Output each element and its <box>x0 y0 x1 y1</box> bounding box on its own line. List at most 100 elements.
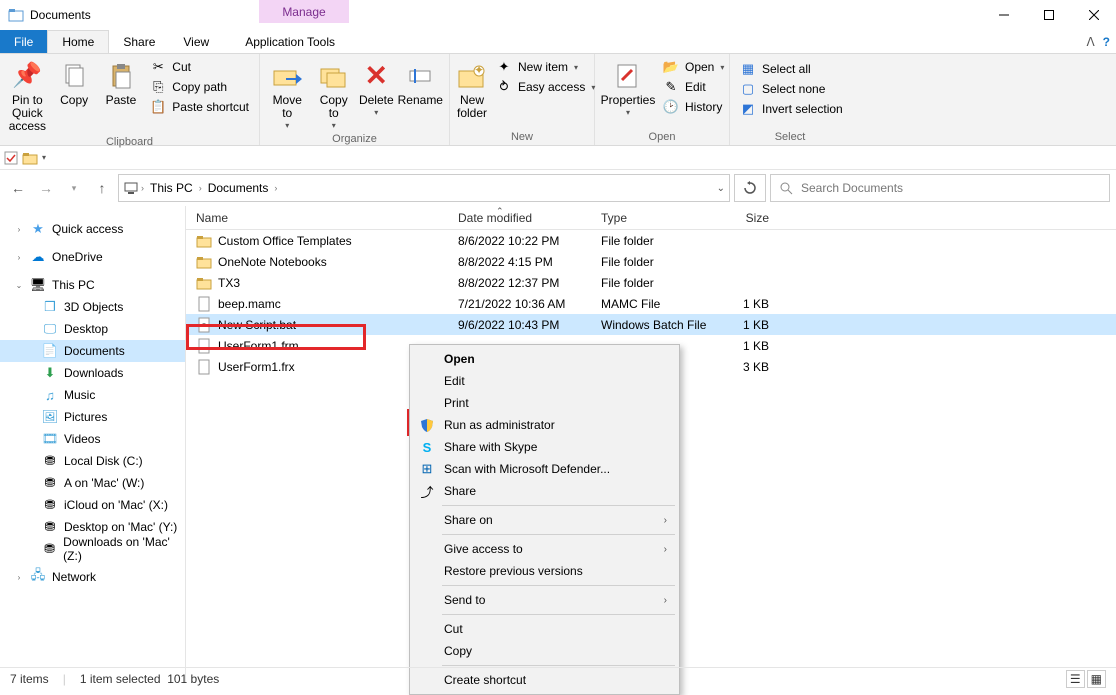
column-size[interactable]: Size <box>711 211 781 225</box>
navigation-pane[interactable]: ›★Quick access ›☁OneDrive ⌄🖥This PC ❒3D … <box>0 206 186 683</box>
group-label-open: Open <box>601 129 723 145</box>
crumb-this-pc[interactable]: This PC <box>146 181 197 195</box>
column-name[interactable]: Name <box>186 211 448 225</box>
new-folder-button[interactable]: ✦ New folder <box>456 56 488 120</box>
select-none-button[interactable]: ▢Select none <box>736 80 847 98</box>
view-large-icons-icon[interactable]: ▦ <box>1087 670 1106 688</box>
copy-button[interactable]: Copy <box>53 56 96 107</box>
copy-icon <box>58 60 90 92</box>
properties-button[interactable]: Properties ▾ <box>601 56 655 118</box>
copy-to-button[interactable]: Copy to ▾ <box>312 56 354 131</box>
nav-downloads[interactable]: ⬇Downloads <box>0 362 185 384</box>
crumb-documents[interactable]: Documents <box>204 181 273 195</box>
nav-icloud-mac[interactable]: ⛃iCloud on 'Mac' (X:) <box>0 494 185 516</box>
cut-button[interactable]: ✂Cut <box>146 58 253 76</box>
column-type[interactable]: Type <box>591 211 711 225</box>
file-row[interactable]: beep.mamc7/21/2022 10:36 AMMAMC File1 KB <box>186 293 1116 314</box>
move-to-button[interactable]: Move to ▾ <box>266 56 308 131</box>
paste-shortcut-button[interactable]: 📋Paste shortcut <box>146 98 253 116</box>
qat-check-icon[interactable] <box>4 151 18 165</box>
netdrive-icon: ⛃ <box>42 497 58 513</box>
tab-home[interactable]: Home <box>47 30 109 53</box>
file-type: MAMC File <box>591 297 711 311</box>
new-item-button[interactable]: ✦New item ▾ <box>492 58 599 76</box>
nav-onedrive[interactable]: ›☁OneDrive <box>0 246 185 268</box>
ctx-edit[interactable]: Edit <box>412 370 677 392</box>
ctx-share-on[interactable]: Share on› <box>412 509 677 531</box>
view-details-icon[interactable]: ☰ <box>1066 670 1085 688</box>
file-size: 1 KB <box>711 297 781 311</box>
pc-icon <box>123 180 139 196</box>
tab-share[interactable]: Share <box>109 30 169 53</box>
column-date[interactable]: Date modified <box>448 211 591 225</box>
file-row[interactable]: OneNote Notebooks8/8/2022 4:15 PMFile fo… <box>186 251 1116 272</box>
ctx-send-to[interactable]: Send to› <box>412 589 677 611</box>
ctx-cut[interactable]: Cut <box>412 618 677 640</box>
copy-path-button[interactable]: ⎘Copy path <box>146 78 253 96</box>
copy-path-icon: ⎘ <box>150 79 166 95</box>
file-row[interactable]: TX38/8/2022 12:37 PMFile folder <box>186 272 1116 293</box>
select-all-button[interactable]: ▦Select all <box>736 60 847 78</box>
rename-button[interactable]: Rename <box>398 56 443 107</box>
search-box[interactable]: Search Documents <box>770 174 1110 202</box>
nav-a-mac[interactable]: ⛃A on 'Mac' (W:) <box>0 472 185 494</box>
ctx-share-skype[interactable]: SShare with Skype <box>412 436 677 458</box>
ctx-run-as-admin[interactable]: Run as administrator <box>412 414 677 436</box>
ctx-scan-defender[interactable]: ⊞Scan with Microsoft Defender... <box>412 458 677 480</box>
help-icon[interactable]: ? <box>1103 35 1110 49</box>
nav-local-disk-c[interactable]: ⛃Local Disk (C:) <box>0 450 185 472</box>
close-button[interactable] <box>1071 0 1116 30</box>
ctx-print[interactable]: Print <box>412 392 677 414</box>
nav-this-pc[interactable]: ⌄🖥This PC <box>0 274 185 296</box>
recent-locations-button[interactable]: ▾ <box>62 176 86 200</box>
back-button[interactable]: ← <box>6 176 30 200</box>
qat-folder-icon[interactable] <box>22 151 38 165</box>
history-button[interactable]: 🕑History <box>659 98 728 116</box>
paste-button[interactable]: Paste <box>100 56 143 107</box>
delete-button[interactable]: ✕ Delete ▾ <box>359 56 394 118</box>
edit-icon: ✎ <box>663 79 679 95</box>
nav-3d-objects[interactable]: ❒3D Objects <box>0 296 185 318</box>
skype-icon: S <box>418 438 436 456</box>
ctx-share[interactable]: ⤴Share <box>412 480 677 502</box>
nav-pictures[interactable]: 🖼Pictures <box>0 406 185 428</box>
nav-downloads-mac[interactable]: ⛃Downloads on 'Mac' (Z:) <box>0 538 185 560</box>
nav-quick-access[interactable]: ›★Quick access <box>0 218 185 240</box>
open-button[interactable]: 📂Open ▾ <box>659 58 728 76</box>
shield-icon <box>418 416 436 434</box>
tab-view[interactable]: View <box>169 30 223 53</box>
ctx-give-access[interactable]: Give access to› <box>412 538 677 560</box>
ctx-restore-versions[interactable]: Restore previous versions <box>412 560 677 582</box>
group-label-new: New <box>456 129 588 145</box>
address-bar[interactable]: › This PC › Documents › ⌄ <box>118 174 730 202</box>
ribbon-collapse-icon[interactable]: ᐱ <box>1086 35 1094 49</box>
tab-file[interactable]: File <box>0 30 47 53</box>
address-dropdown[interactable]: ⌄ <box>717 183 725 194</box>
nav-network[interactable]: ›🖧Network <box>0 566 185 588</box>
file-row[interactable]: New Script.bat9/6/2022 10:43 PMWindows B… <box>186 314 1116 335</box>
file-type: File folder <box>591 255 711 269</box>
edit-button[interactable]: ✎Edit <box>659 78 728 96</box>
invert-selection-button[interactable]: ◩Invert selection <box>736 100 847 118</box>
maximize-button[interactable] <box>1026 0 1071 30</box>
pin-icon: 📌 <box>11 60 43 92</box>
qat-dropdown[interactable]: ▾ <box>42 153 46 162</box>
folder-icon <box>196 254 212 270</box>
tab-application-tools[interactable]: Application Tools <box>231 30 349 53</box>
up-button[interactable]: ↑ <box>90 176 114 200</box>
nav-music[interactable]: ♫Music <box>0 384 185 406</box>
minimize-button[interactable] <box>981 0 1026 30</box>
pin-quick-access-button[interactable]: 📌 Pin to Quick access <box>6 56 49 134</box>
easy-access-button[interactable]: ⥁Easy access ▾ <box>492 78 599 96</box>
file-date: 7/21/2022 10:36 AM <box>448 297 591 311</box>
nav-videos[interactable]: 🎞Videos <box>0 428 185 450</box>
contextual-tab-manage[interactable]: Manage <box>259 0 349 23</box>
nav-documents[interactable]: 📄Documents <box>0 340 185 362</box>
scissors-icon: ✂ <box>150 59 166 75</box>
ctx-open[interactable]: Open <box>412 348 677 370</box>
file-row[interactable]: Custom Office Templates8/6/2022 10:22 PM… <box>186 230 1116 251</box>
nav-desktop[interactable]: 🖵Desktop <box>0 318 185 340</box>
ctx-copy[interactable]: Copy <box>412 640 677 662</box>
refresh-button[interactable] <box>734 174 766 202</box>
forward-button[interactable]: → <box>34 176 58 200</box>
